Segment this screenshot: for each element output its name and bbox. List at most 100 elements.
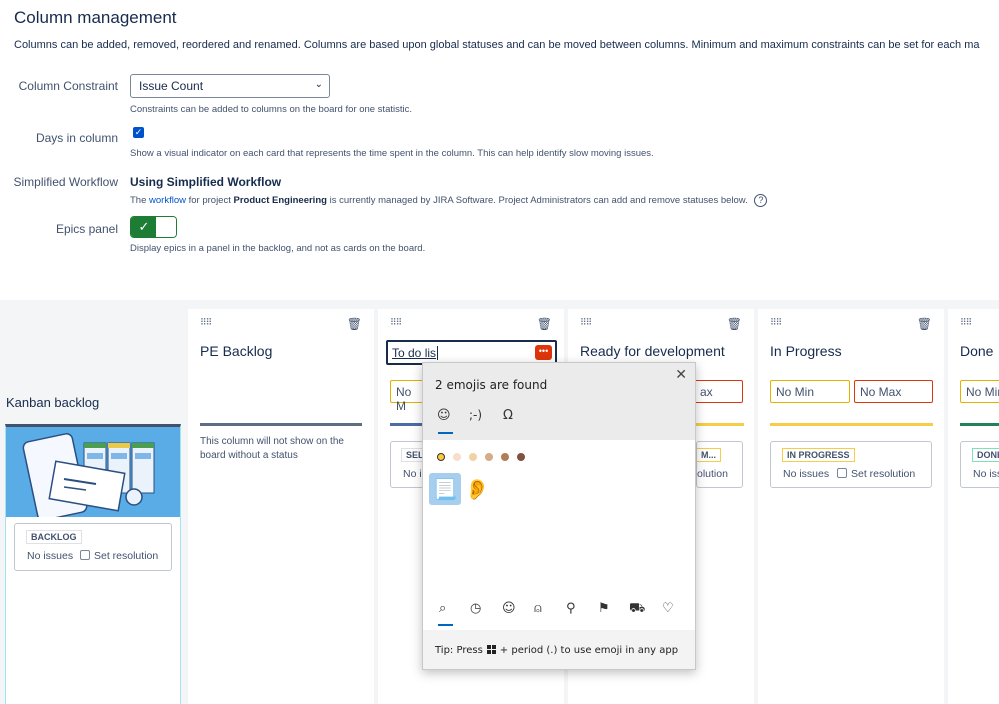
- workflow-link[interactable]: workflow: [149, 195, 186, 206]
- days-help: Show a visual indicator on each card tha…: [130, 148, 654, 159]
- status-lozenge: DONI: [972, 448, 999, 462]
- drag-handle-icon[interactable]: ⠿⠿: [960, 317, 972, 328]
- column-bar: [200, 423, 362, 426]
- close-icon[interactable]: ✕: [675, 367, 687, 383]
- skin-tone-medium[interactable]: [485, 453, 493, 461]
- emoji-tab-icon[interactable]: ☺: [437, 408, 451, 423]
- help-icon[interactable]: ?: [754, 194, 768, 207]
- epics-label: Epics panel: [55, 222, 118, 236]
- clock-icon[interactable]: ◷: [470, 601, 481, 616]
- heart-icon[interactable]: ♡: [662, 601, 674, 616]
- epics-help: Display epics in a panel in the backlog,…: [130, 243, 426, 254]
- page-title: Column management: [14, 8, 177, 27]
- emoji-panel-header: ✕ 2 emojis are found ☺ ;-) Ω: [423, 363, 695, 440]
- flag-icon[interactable]: ⚑: [598, 601, 610, 616]
- pin-icon[interactable]: ⚲: [566, 601, 576, 616]
- windows-key-icon: [486, 645, 496, 654]
- resolution-text: olution: [697, 468, 728, 480]
- car-icon[interactable]: ⛟: [629, 601, 645, 618]
- kaomoji-tab-icon[interactable]: ;-): [469, 408, 482, 422]
- check-icon: ✓: [134, 127, 143, 137]
- status-lozenge: M...: [697, 448, 721, 462]
- category-underline: [438, 624, 453, 626]
- drag-handle-icon[interactable]: ⠿⠿: [390, 317, 402, 328]
- min-input[interactable]: No Min: [770, 380, 850, 403]
- backlog-column[interactable]: BACKLOG No issues Set resolution: [5, 424, 181, 704]
- page-description: Columns can be added, removed, reordered…: [14, 39, 980, 51]
- column-name[interactable]: PE Backlog: [200, 343, 272, 359]
- column-pe-backlog[interactable]: ⠿⠿ 🗑 PE Backlog This column will not sho…: [188, 309, 374, 704]
- set-resolution-label: Set resolution: [94, 550, 159, 562]
- column-in-progress[interactable]: ⠿⠿ 🗑 In Progress No Min No Max IN PROGRE…: [758, 309, 944, 704]
- emoji-panel[interactable]: ✕ 2 emojis are found ☺ ;-) Ω 📃 👂 ⌕ ◷ ☺ ⍝…: [422, 362, 696, 670]
- tip-suffix: + period (.) to use emoji in any app: [499, 645, 679, 656]
- skin-tone-medium-light[interactable]: [469, 453, 477, 461]
- backlog-title: Kanban backlog: [6, 395, 100, 410]
- drag-handle-icon[interactable]: ⠿⠿: [580, 317, 592, 328]
- toggle-knob: [156, 217, 176, 237]
- emoji-results: 📃 👂: [423, 440, 695, 630]
- skin-tone-yellow[interactable]: [437, 453, 445, 461]
- epics-toggle[interactable]: ✓: [130, 216, 177, 238]
- column-done[interactable]: ⠿⠿ Done No Mir DONI No iss: [948, 309, 999, 704]
- set-resolution[interactable]: Set resolution: [80, 550, 158, 562]
- emoji-tip: Tip: Press + period (.) to use emoji in a…: [423, 631, 695, 669]
- column-bar: [696, 423, 744, 426]
- workflow-help-prefix: The: [130, 195, 150, 207]
- symbols-tab-icon[interactable]: Ω: [503, 408, 513, 423]
- min-input[interactable]: No Mir: [960, 380, 999, 403]
- status-card: DONI No iss: [960, 441, 999, 488]
- search-icon[interactable]: ⌕: [439, 601, 446, 616]
- skin-tone-light[interactable]: [453, 453, 461, 461]
- workflow-help-mid: for project: [185, 195, 234, 207]
- status-lozenge: BACKLOG: [26, 530, 82, 544]
- drag-handle-icon[interactable]: ⠿⠿: [200, 317, 212, 328]
- constraint-label: Column Constraint: [18, 79, 118, 93]
- trash-icon[interactable]: 🗑: [917, 317, 932, 331]
- trash-icon[interactable]: 🗑: [347, 317, 362, 331]
- tab-underline: [438, 432, 453, 434]
- tip-prefix: Tip: Press: [435, 645, 483, 656]
- emoji-panel-title: 2 emojis are found: [435, 378, 548, 392]
- resolution-checkbox[interactable]: [80, 550, 90, 560]
- check-icon: ✓: [131, 217, 157, 237]
- max-input-value: ax: [700, 385, 713, 399]
- workflow-help-suffix: is currently managed by JIRA Software. P…: [326, 195, 748, 207]
- rename-value: To do lis: [392, 346, 437, 360]
- emoji-page-with-curl[interactable]: 📃: [429, 473, 461, 505]
- column-name[interactable]: Ready for development: [580, 343, 725, 359]
- column-name[interactable]: In Progress: [770, 343, 842, 359]
- constraint-help: Constraints can be added to columns on t…: [130, 104, 412, 115]
- no-issues-text: No iss: [973, 468, 999, 480]
- max-input[interactable]: ax: [688, 380, 743, 403]
- chevron-down-icon: ⌄: [314, 79, 323, 90]
- column-bar: [960, 423, 999, 426]
- emoji-ear[interactable]: 👂: [461, 473, 493, 505]
- workflow-help: The workflow for project Product Enginee…: [130, 194, 768, 207]
- skin-tone-dark[interactable]: [517, 453, 525, 461]
- column-note: This column will not show on the board w…: [200, 436, 344, 461]
- days-checkbox[interactable]: ✓: [133, 127, 144, 138]
- people-icon[interactable]: ⍝: [534, 601, 542, 616]
- more-options-icon[interactable]: •••: [535, 345, 552, 360]
- workflow-label: Simplified Workflow: [13, 175, 118, 189]
- trash-icon[interactable]: 🗑: [537, 317, 552, 331]
- set-resolution[interactable]: Set resolution: [837, 468, 915, 480]
- backlog-illustration: [6, 427, 180, 517]
- project-name: Product Engineering: [233, 195, 327, 207]
- smiley-icon[interactable]: ☺: [502, 601, 516, 616]
- column-bar: [770, 423, 933, 426]
- constraint-select[interactable]: Issue Count ⌄: [130, 74, 330, 98]
- text-cursor: [437, 346, 439, 360]
- skin-tone-medium-dark[interactable]: [501, 453, 509, 461]
- resolution-checkbox[interactable]: [837, 468, 847, 478]
- status-card: M... olution: [696, 441, 743, 488]
- no-issues-text: No issues: [783, 468, 830, 480]
- workflow-status: Using Simplified Workflow: [130, 175, 282, 189]
- max-input[interactable]: No Max: [854, 380, 933, 403]
- days-label: Days in column: [35, 131, 118, 145]
- trash-icon[interactable]: 🗑: [727, 317, 742, 331]
- column-name[interactable]: Done: [960, 343, 993, 359]
- drag-handle-icon[interactable]: ⠿⠿: [770, 317, 782, 328]
- set-resolution-label: Set resolution: [851, 468, 916, 480]
